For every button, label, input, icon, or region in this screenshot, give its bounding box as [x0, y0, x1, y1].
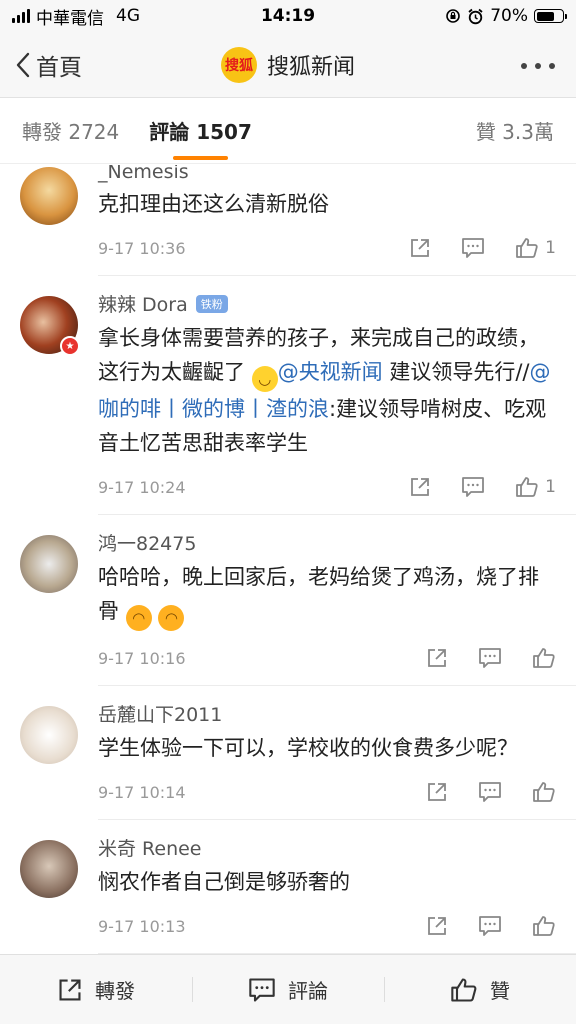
title-text: 搜狐新闻 — [266, 54, 355, 80]
comment-username[interactable]: 鸿一82475 — [98, 529, 556, 556]
navigation-bar: 首頁 搜狐 搜狐新闻 — [0, 32, 576, 98]
share-icon — [59, 978, 81, 1001]
comment-icon[interactable] — [461, 237, 485, 259]
comment-icon[interactable] — [461, 476, 485, 498]
comment-time: 9-17 10:14 — [98, 782, 186, 802]
share-icon[interactable] — [426, 647, 448, 669]
comment-item: _Nemesis 克扣理由还这么清新脱俗 9-17 10:36 1 — [0, 165, 576, 276]
alarm-icon — [468, 8, 483, 24]
bottom-toolbar: 轉發 評論 贊 — [0, 954, 576, 1024]
comment-button[interactable]: 評論 — [192, 975, 384, 1004]
comment-text: 悯农作者自己倒是够骄奢的 — [98, 870, 350, 894]
mention-link[interactable]: @央视新闻 — [278, 360, 383, 384]
share-icon[interactable] — [426, 781, 448, 803]
comment-item: 米奇 Renee 悯农作者自己倒是够骄奢的 9-17 10:13 — [0, 834, 576, 954]
comment-item: ★ 辣辣 Dora 铁粉 拿长身体需要营养的孩子，来完成自己的政绩，这行为太齷齪… — [0, 290, 576, 515]
comment-time: 9-17 10:16 — [98, 648, 186, 668]
rotation-lock-icon — [446, 9, 461, 23]
comment-icon[interactable] — [478, 915, 502, 937]
comment-item: 鸿一82475 哈哈哈，晚上回家后，老妈给煲了鸡汤，烧了排骨 ◠ ◠ 9-17 … — [0, 529, 576, 686]
thumbs-up-icon — [516, 477, 538, 497]
repost-label: 轉發 — [95, 979, 135, 1003]
avatar[interactable] — [20, 167, 78, 225]
comment-icon[interactable] — [478, 647, 502, 669]
comment-username[interactable]: _Nemesis — [98, 165, 556, 183]
thumbs-up-icon[interactable] — [532, 915, 556, 937]
comment-item: 岳麓山下2011 学生体验一下可以，学校收的伙食费多少呢？ 9-17 10:14 — [0, 700, 576, 820]
laugh-emoji-icon: ◠ — [125, 605, 152, 631]
carrier-info: 中華電信 4G — [12, 4, 140, 29]
like-count: 1 — [545, 477, 556, 497]
like-button[interactable]: 1 — [515, 237, 556, 259]
comment-text: 拿长身体需要营养的孩子，来完成自己的政绩，这行为太齷齪了 ◡ @央视新闻 建议领导… — [98, 326, 551, 455]
comment-text: 克扣理由还这么清新脱俗 — [98, 192, 329, 216]
battery-percent: 70% — [490, 6, 528, 26]
comment-time: 9-17 10:13 — [98, 916, 186, 936]
comment-text: 哈哈哈，晚上回家后，老妈给煲了鸡汤，烧了排骨 ◠ ◠ — [98, 560, 556, 631]
tab-likes[interactable]: 贊 3.3萬 — [476, 116, 554, 145]
chevron-left-icon — [16, 52, 30, 77]
thumbs-up-icon[interactable] — [532, 781, 556, 803]
like-button[interactable]: 贊 — [384, 975, 576, 1004]
page-title: 搜狐 搜狐新闻 — [0, 46, 576, 83]
signal-icon — [12, 9, 30, 23]
comment-list: _Nemesis 克扣理由还这么清新脱俗 9-17 10:36 1 ★ 辣辣 D… — [0, 165, 576, 954]
comment-label: 評論 — [288, 979, 328, 1003]
avatar[interactable] — [20, 840, 78, 898]
back-label: 首頁 — [36, 54, 82, 81]
comment-time: 9-17 10:24 — [98, 477, 186, 497]
carrier-name: 中華電信 — [36, 8, 104, 29]
comment-icon — [249, 977, 275, 1002]
tab-comments[interactable]: 評論 1507 — [149, 116, 252, 160]
thumbs-up-icon — [451, 977, 477, 1002]
comment-username[interactable]: 辣辣 Dora 铁粉 — [98, 290, 556, 317]
tab-reposts[interactable]: 轉發 2724 — [22, 116, 119, 145]
status-bar: 中華電信 4G 14:19 70% — [0, 0, 576, 32]
share-icon[interactable] — [409, 237, 431, 259]
avatar[interactable]: ★ — [20, 296, 80, 356]
tab-bar: 轉發 2724 評論 1507 贊 3.3萬 — [0, 98, 576, 164]
back-button[interactable]: 首頁 — [0, 48, 82, 82]
verified-badge-icon: ★ — [60, 336, 80, 356]
smile-emoji-icon: ◡ — [251, 366, 278, 392]
more-dots-icon — [521, 63, 555, 69]
like-button[interactable]: 1 — [515, 476, 556, 498]
avatar[interactable] — [20, 706, 78, 764]
like-label: 贊 — [490, 979, 510, 1003]
comment-icon[interactable] — [478, 781, 502, 803]
share-icon[interactable] — [426, 915, 448, 937]
thumbs-up-icon[interactable] — [532, 647, 556, 669]
laugh-emoji-icon: ◠ — [158, 605, 185, 631]
battery-icon — [534, 9, 567, 23]
avatar[interactable] — [20, 535, 78, 593]
sohu-logo: 搜狐 — [220, 46, 257, 83]
like-count: 1 — [545, 238, 556, 258]
comment-username[interactable]: 岳麓山下2011 — [98, 700, 556, 727]
share-icon[interactable] — [409, 476, 431, 498]
comment-username[interactable]: 米奇 Renee — [98, 834, 556, 861]
comment-time: 9-17 10:36 — [98, 238, 186, 258]
thumbs-up-icon — [516, 238, 538, 258]
comment-text: 学生体验一下可以，学校收的伙食费多少呢？ — [98, 736, 518, 760]
fan-badge: 铁粉 — [195, 294, 228, 313]
repost-button[interactable]: 轉發 — [0, 975, 192, 1004]
more-button[interactable] — [520, 55, 576, 74]
network-type: 4G — [116, 6, 140, 26]
